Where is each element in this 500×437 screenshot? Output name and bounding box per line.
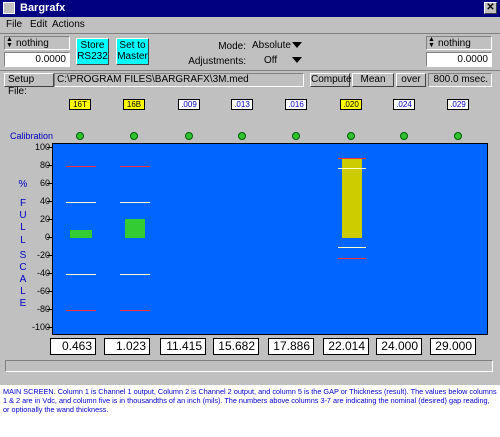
window-title: Bargrafx <box>20 2 66 14</box>
close-icon[interactable]: ✕ <box>484 2 497 14</box>
app-icon[interactable] <box>3 2 15 14</box>
left-channel-selection: nothing <box>16 38 49 49</box>
column-tag: 16B <box>123 99 145 110</box>
alarm-line-lower <box>120 310 150 311</box>
adjustments-label: Adjustments: <box>188 56 246 67</box>
calibration-led-icon[interactable] <box>292 132 300 140</box>
menu-actions[interactable]: Actions <box>52 19 85 30</box>
calibration-led-icon[interactable] <box>454 132 462 140</box>
y-axis-title-letter: L <box>20 286 26 297</box>
column-tag: .020 <box>340 99 362 110</box>
value-readout: 1.023 <box>104 338 150 355</box>
limit-line-upper <box>66 202 96 203</box>
calibration-led-icon[interactable] <box>400 132 408 140</box>
alarm-line-upper <box>66 166 96 167</box>
chevron-down-icon[interactable] <box>292 42 302 48</box>
column-tag: 16T <box>69 99 91 110</box>
compute-button[interactable]: Compute <box>310 73 352 87</box>
y-axis-title-letter: L <box>20 235 26 246</box>
right-channel-selection: nothing <box>438 38 471 49</box>
bar-chart <box>52 143 488 335</box>
column-tag: .016 <box>285 99 307 110</box>
caption: MAIN SCREEN. Column 1 is Channel 1 outpu… <box>3 387 497 414</box>
bar <box>70 229 92 238</box>
y-axis-title-letter: U <box>19 210 27 221</box>
mode-select[interactable]: Absolute <box>250 38 304 52</box>
spin-arrows-icon[interactable]: ▲ ▼ <box>428 36 435 49</box>
calibration-led-icon[interactable] <box>130 132 138 140</box>
left-channel-select[interactable]: ▲ ▼ nothing <box>4 36 70 50</box>
value-readout: 17.886 <box>268 338 314 355</box>
column-tag: .009 <box>178 99 200 110</box>
setup-file-label: Setup File: <box>4 73 54 97</box>
menu-edit[interactable]: Edit <box>30 19 47 30</box>
title-bar[interactable]: Bargrafx ✕ <box>0 0 500 17</box>
compute-time[interactable]: 800.0 msec. <box>428 73 492 87</box>
column-tag: .029 <box>447 99 469 110</box>
menu-file[interactable]: File <box>6 19 22 30</box>
adjustments-value: Off <box>264 55 278 66</box>
mode-label: Mode: <box>218 41 246 52</box>
value-readout: 24.000 <box>376 338 422 355</box>
divider <box>0 33 500 34</box>
chevron-down-icon[interactable] <box>292 57 302 63</box>
mode-value: Absolute <box>252 40 291 51</box>
limit-line-lower <box>66 274 96 275</box>
calibration-led-icon[interactable] <box>76 132 84 140</box>
limit-line-upper <box>120 202 150 203</box>
bar <box>125 219 145 238</box>
value-readout: 11.415 <box>160 338 206 355</box>
value-readout: 29.000 <box>430 338 476 355</box>
value-readout: 15.682 <box>213 338 259 355</box>
limit-line-lower <box>120 274 150 275</box>
alarm-line-lower <box>66 310 96 311</box>
value-readout: 0.463 <box>50 338 96 355</box>
y-axis-title-letter: C <box>19 262 27 273</box>
compute-mode[interactable]: Mean <box>352 73 394 87</box>
alarm-line-lower <box>338 257 366 259</box>
y-axis-title-letter: S <box>19 250 27 261</box>
spin-arrows-icon[interactable]: ▲ ▼ <box>6 36 13 49</box>
bar <box>342 157 362 238</box>
set-to-master-button[interactable]: Set to Master <box>116 38 149 65</box>
y-axis-title-letter: F <box>19 198 27 209</box>
calibration-led-icon[interactable] <box>185 132 193 140</box>
y-axis-title-letter: A <box>19 274 27 285</box>
adjustments-select[interactable]: Off <box>250 53 304 67</box>
calibration-label: Calibration <box>10 131 54 141</box>
calibration-led-icon[interactable] <box>238 132 246 140</box>
y-axis-title-letter: % <box>18 179 28 190</box>
alarm-line-upper <box>120 166 150 167</box>
setup-file-path[interactable]: C:\PROGRAM FILES\BARGRAFX\3M.med <box>54 73 304 87</box>
calibration-led-icon[interactable] <box>347 132 355 140</box>
y-axis-title-letter: E <box>19 298 27 309</box>
value-readout: 22.014 <box>323 338 369 355</box>
left-channel-value: 0.0000 <box>4 52 70 67</box>
store-rs232-button[interactable]: Store RS232 <box>76 38 109 65</box>
right-channel-value: 0.0000 <box>426 52 492 67</box>
right-channel-select[interactable]: ▲ ▼ nothing <box>426 36 492 50</box>
y-axis-title-letter: L <box>20 222 26 233</box>
limit-line-lower <box>338 247 366 248</box>
alarm-line-upper <box>338 157 366 159</box>
menu-bar: File Edit Actions <box>0 18 500 32</box>
column-tag: .024 <box>393 99 415 110</box>
column-tag: .013 <box>231 99 253 110</box>
limit-line-upper <box>338 167 366 169</box>
status-bar <box>5 360 493 372</box>
over-label: over <box>396 73 426 87</box>
divider <box>0 70 500 71</box>
